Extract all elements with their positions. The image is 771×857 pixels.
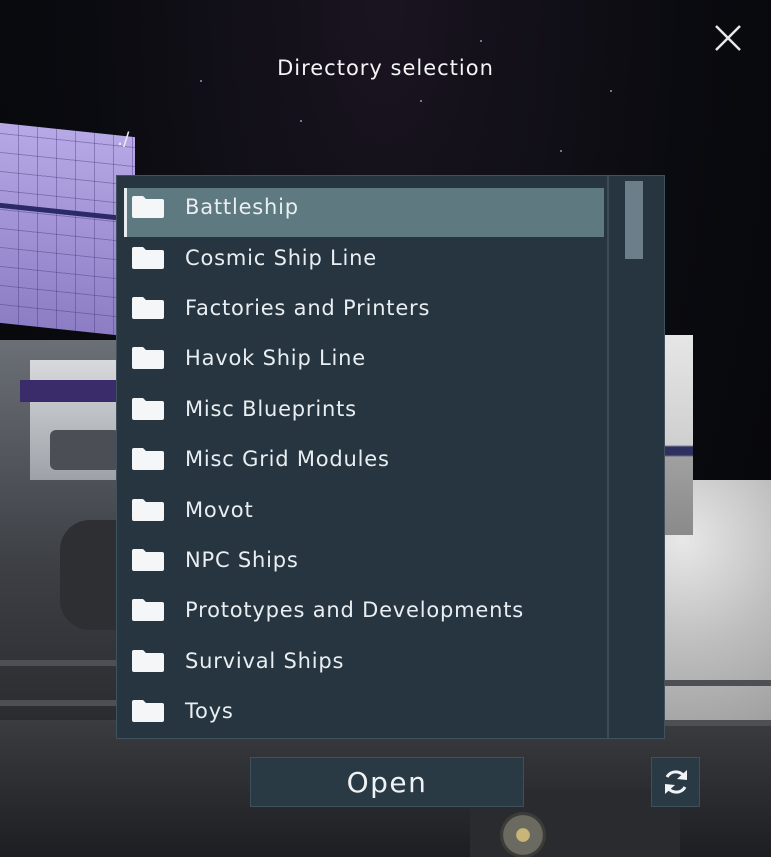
scrollbar-track[interactable] <box>607 176 664 738</box>
station-column <box>665 335 693 535</box>
star <box>610 90 612 92</box>
console-knob <box>500 812 546 857</box>
directory-label: Factories and Printers <box>185 295 431 320</box>
star <box>560 150 562 152</box>
railing <box>665 680 771 686</box>
turret <box>50 430 120 470</box>
list-item[interactable]: Misc Blueprints <box>117 384 607 434</box>
folder-icon <box>132 700 164 723</box>
folder-icon <box>132 599 164 622</box>
list-item[interactable]: Movot <box>117 484 607 534</box>
station-stripe <box>20 380 120 402</box>
star <box>200 80 202 82</box>
list-item[interactable]: NPC Ships <box>117 535 607 585</box>
directory-label: Battleship <box>185 195 299 220</box>
list-item[interactable]: Havok Ship Line <box>117 333 607 383</box>
railing <box>0 660 120 666</box>
folder-icon <box>132 397 164 420</box>
list-item[interactable]: Toys <box>117 686 607 736</box>
dialog-title: Directory selection <box>277 56 494 80</box>
close-button[interactable] <box>710 20 746 56</box>
scrollbar-thumb[interactable] <box>625 181 643 259</box>
list-item[interactable]: Battleship <box>117 182 607 237</box>
directory-label: Havok Ship Line <box>185 346 367 371</box>
star <box>300 120 302 122</box>
open-button[interactable]: Open <box>250 757 524 807</box>
directory-items: Battleship Cosmic Ship Line Factories and … <box>117 176 607 736</box>
folder-icon <box>132 448 164 471</box>
directory-label: Cosmic Ship Line <box>185 245 378 270</box>
refresh-button[interactable] <box>651 757 700 807</box>
directory-label: Misc Grid Modules <box>185 447 390 472</box>
folder-icon <box>132 649 164 672</box>
star <box>420 100 422 102</box>
railing <box>665 720 771 726</box>
directory-list[interactable]: Battleship Cosmic Ship Line Factories and … <box>116 175 665 739</box>
directory-label: Survival Ships <box>185 648 345 673</box>
list-item[interactable]: Prototypes and Developments <box>117 585 607 635</box>
directory-label: Toys <box>185 699 234 724</box>
folder-icon <box>132 296 164 319</box>
folder-icon <box>132 246 164 269</box>
close-icon <box>715 25 741 51</box>
folder-icon <box>132 347 164 370</box>
folder-icon <box>132 548 164 571</box>
list-item[interactable]: Misc Grid Modules <box>117 434 607 484</box>
list-item[interactable]: Survival Ships <box>117 636 607 686</box>
directory-label: NPC Ships <box>185 547 299 572</box>
solar-panel-wall <box>0 122 135 338</box>
star <box>480 40 482 42</box>
folder-icon <box>132 498 164 521</box>
railing <box>0 700 120 706</box>
list-item[interactable]: Factories and Printers <box>117 283 607 333</box>
folder-icon <box>132 196 164 219</box>
current-path: ./ <box>117 128 130 150</box>
directory-label: Misc Blueprints <box>185 396 357 421</box>
list-item[interactable]: Cosmic Ship Line <box>117 232 607 282</box>
directory-label: Prototypes and Developments <box>185 598 525 623</box>
directory-label: Movot <box>185 497 254 522</box>
refresh-icon <box>664 770 687 794</box>
pipe <box>60 520 120 630</box>
